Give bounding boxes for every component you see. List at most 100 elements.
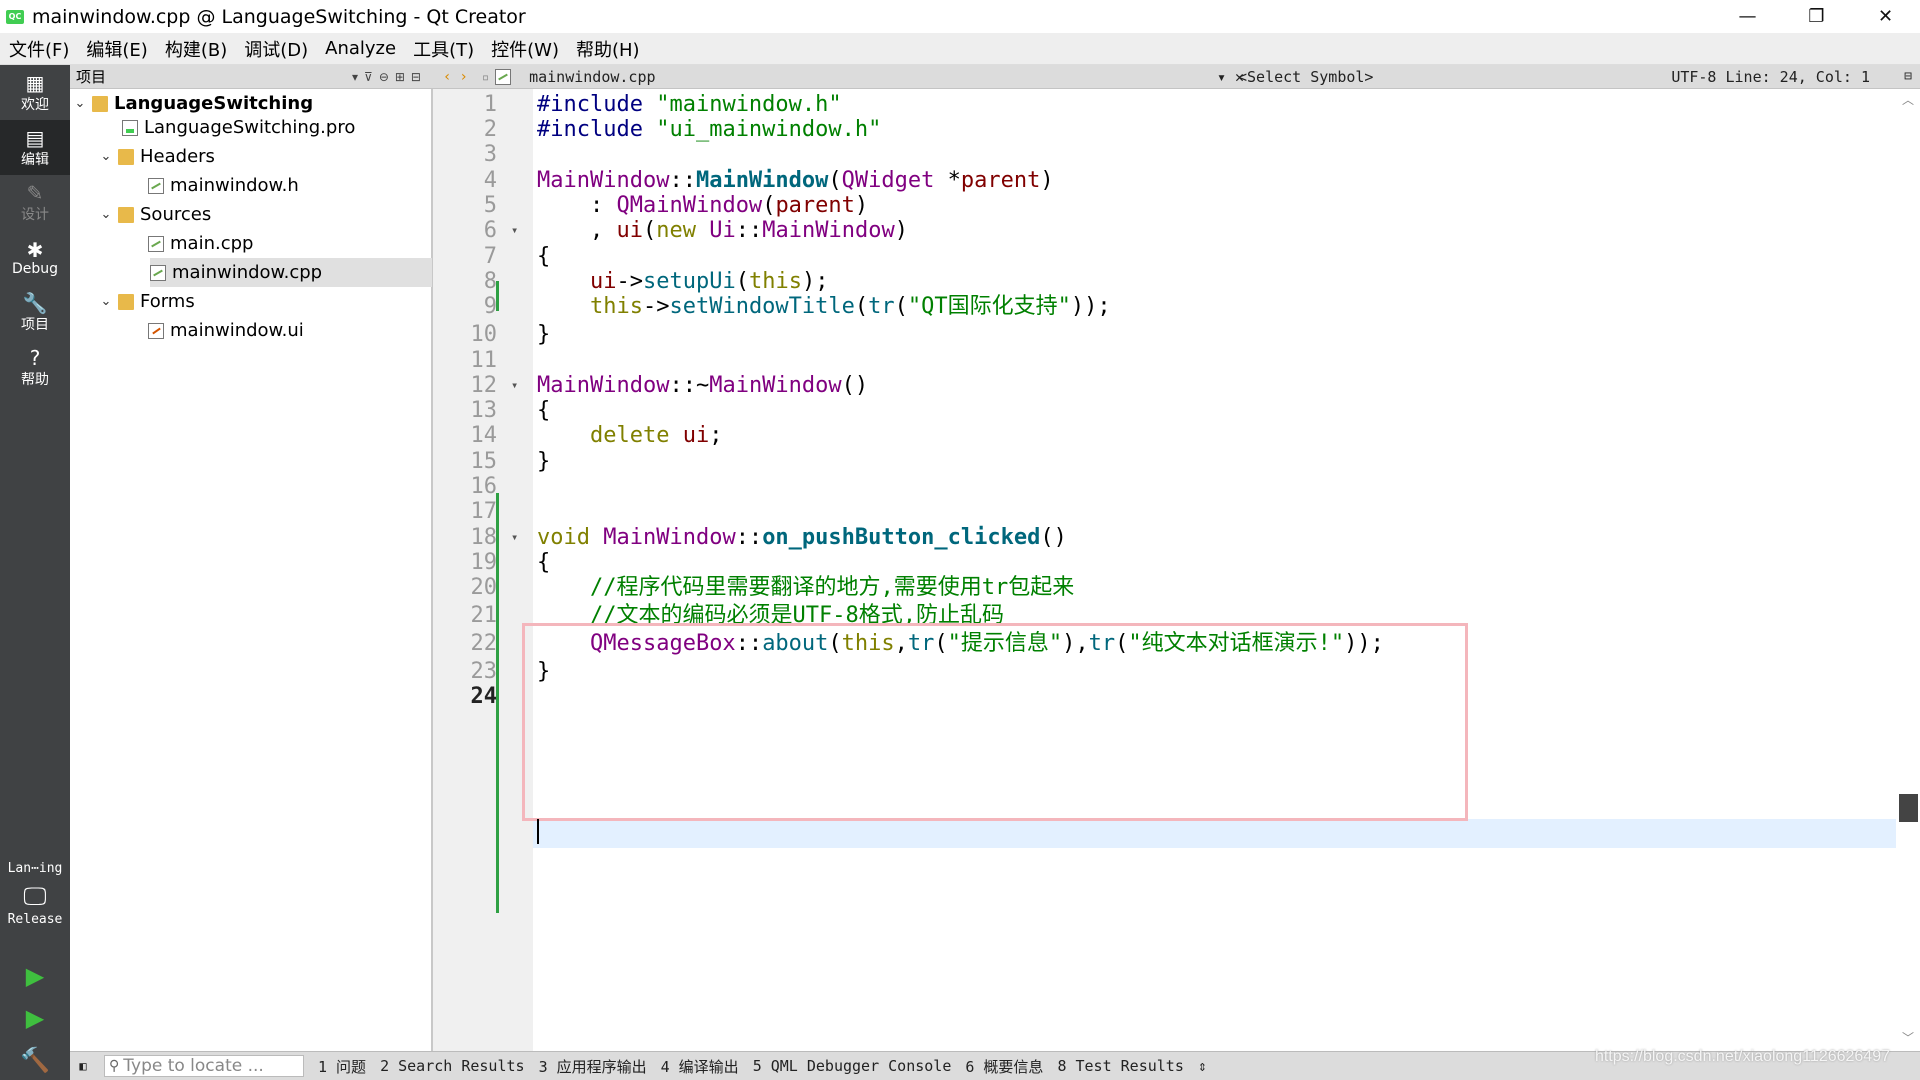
project-icon xyxy=(92,95,108,112)
chevron-down-icon[interactable]: ⌄ xyxy=(98,207,114,222)
tab-search-results[interactable]: 2 Search Results xyxy=(380,1057,525,1075)
build-button[interactable]: 🔨 xyxy=(0,1039,70,1080)
tab-general-messages[interactable]: 6 概要信息 xyxy=(965,1056,1043,1077)
tab-qml-debugger-console[interactable]: 5 QML Debugger Console xyxy=(753,1057,952,1075)
tree-item-label: LanguageSwitching xyxy=(114,93,314,114)
tab-compile-output[interactable]: 4 编译输出 xyxy=(661,1056,739,1077)
chevron-down-icon[interactable]: ⌄ xyxy=(98,294,114,309)
project-tree: ⌄ LanguageSwitching LanguageSwitching.pr… xyxy=(70,89,433,1051)
menu-tools[interactable]: 工具(T) xyxy=(404,36,482,62)
projects-pane-title: 项目 xyxy=(76,68,107,86)
tab-issues[interactable]: 1 问题 xyxy=(318,1056,366,1077)
folder-icon xyxy=(118,293,134,310)
tree-item-mainwindow-ui[interactable]: mainwindow.ui xyxy=(144,316,432,345)
symbol-selector[interactable]: <Select Symbol> xyxy=(1238,68,1373,86)
tree-item-label: LanguageSwitching.pro xyxy=(144,117,356,138)
help-icon: ? xyxy=(29,345,41,370)
pane-toolbar-icons: ▾⊽⊖⊞⊟ xyxy=(352,69,427,84)
locator-input[interactable]: ⚲ Type to locate ... xyxy=(104,1055,304,1077)
tree-item-label: mainwindow.h xyxy=(170,175,299,196)
close-button[interactable]: ✕ xyxy=(1851,0,1920,33)
mode-welcome[interactable]: ▦ 欢迎 xyxy=(0,65,70,120)
tree-item-label: main.cpp xyxy=(170,233,254,254)
run-controls: ▶ ▶ 🔨 xyxy=(0,955,70,1080)
run-button[interactable]: ▶ xyxy=(0,955,70,997)
tree-item-forms[interactable]: ⌄ Forms xyxy=(98,287,432,316)
tree-item-main-cpp[interactable]: main.cpp xyxy=(144,229,432,258)
debug-run-button[interactable]: ▶ xyxy=(0,997,70,1039)
current-line-highlight xyxy=(533,819,1896,848)
cpp-file-icon xyxy=(148,235,164,252)
annotation-highlight-box xyxy=(522,623,1468,821)
nav-back-forward-icons[interactable]: ‹› xyxy=(443,69,476,85)
folder-icon xyxy=(118,206,134,223)
qt-creator-logo-icon: QC xyxy=(6,9,24,24)
menu-analyze[interactable]: Analyze xyxy=(316,38,404,59)
pencil-icon: ✎ xyxy=(26,180,44,205)
line-number: 21 xyxy=(470,603,498,628)
menu-build[interactable]: 构建(B) xyxy=(156,36,235,62)
bug-icon: ✱ xyxy=(26,237,44,262)
document-icon: ▤ xyxy=(25,125,45,150)
cpp-file-icon xyxy=(150,264,166,281)
tree-item-sources[interactable]: ⌄ Sources xyxy=(98,200,432,229)
tree-item-label: Headers xyxy=(140,146,215,167)
editor-scrollbar[interactable]: ︿ ﹀ xyxy=(1897,89,1920,1051)
more-tabs-icon[interactable]: ⇕ xyxy=(1198,1057,1207,1075)
grid-icon: ▦ xyxy=(25,70,45,95)
mode-edit[interactable]: ▤ 编辑 xyxy=(0,120,70,175)
line-number: 9 xyxy=(483,294,497,319)
open-file-selector[interactable]: mainwindow.cpp xyxy=(529,68,655,86)
cpp-file-icon xyxy=(495,68,512,85)
mode-label: Debug xyxy=(11,260,59,277)
header-file-icon xyxy=(148,177,164,194)
tab-test-results[interactable]: 8 Test Results xyxy=(1057,1057,1183,1075)
scroll-up-icon[interactable]: ︿ xyxy=(1902,91,1914,108)
menu-debug[interactable]: 调试(D) xyxy=(235,36,316,62)
search-icon: ⚲ xyxy=(109,1058,120,1074)
editor-status[interactable]: UTF-8 Line: 24, Col: 1 xyxy=(1671,68,1870,86)
code-line[interactable]: 9 this->setWindowTitle(tr("QT国际化支持")); xyxy=(433,291,1896,322)
text-cursor xyxy=(537,819,539,844)
menu-widgets[interactable]: 控件(W) xyxy=(482,36,567,62)
scroll-down-icon[interactable]: ﹀ xyxy=(1902,1029,1914,1046)
tree-item-label: mainwindow.cpp xyxy=(172,262,323,283)
kit-selector[interactable]: Lan⋯ing 🖵 Release xyxy=(0,855,70,965)
mode-label: 编辑 xyxy=(21,151,49,168)
play-icon: ▶ xyxy=(25,962,45,990)
tree-item-mainwindow-h[interactable]: mainwindow.h xyxy=(144,171,432,200)
kit-name: Lan⋯ing xyxy=(7,861,63,876)
watermark: https://blog.csdn.net/xiaolong1126626497 xyxy=(1594,1048,1890,1065)
chevron-down-icon[interactable]: ⌄ xyxy=(72,96,88,111)
code-line[interactable]: 20 //程序代码里需要翻译的地方,需要使用tr包起来 xyxy=(433,572,1896,603)
mode-label: 项目 xyxy=(21,316,49,333)
menu-edit[interactable]: 编辑(E) xyxy=(77,36,155,62)
tab-application-output[interactable]: 3 应用程序输出 xyxy=(539,1056,647,1077)
mode-debug[interactable]: ✱ Debug xyxy=(0,230,70,285)
code-editor[interactable]: 1 #include "mainwindow.h" 2 #include "ui_ma… xyxy=(433,89,1896,1051)
tree-item-pro[interactable]: LanguageSwitching.pro xyxy=(118,113,432,142)
wrench-icon: 🔧 xyxy=(22,290,48,315)
tree-item-mainwindow-cpp[interactable]: mainwindow.cpp xyxy=(150,258,432,287)
locator-placeholder: Type to locate ... xyxy=(123,1056,264,1076)
mode-label: 欢迎 xyxy=(21,96,49,113)
line-number: 22 xyxy=(470,631,498,656)
lock-icon: ▫ xyxy=(481,69,490,84)
mode-projects[interactable]: 🔧 项目 xyxy=(0,285,70,340)
kit-config: Release xyxy=(7,912,63,927)
menu-help[interactable]: 帮助(H) xyxy=(567,36,648,62)
chevron-down-icon[interactable]: ⌄ xyxy=(98,149,114,164)
minimize-button[interactable]: — xyxy=(1713,0,1782,33)
scrollbar-thumb[interactable] xyxy=(1899,794,1918,822)
sidebar-toggle-icon[interactable]: ◧ xyxy=(70,1059,96,1073)
tree-item-headers[interactable]: ⌄ Headers xyxy=(98,142,432,171)
menu-file[interactable]: 文件(F) xyxy=(0,36,77,62)
restore-button[interactable]: ❐ xyxy=(1782,0,1851,33)
code-text: //程序代码里需要翻译的地方,需要使用tr包起来 xyxy=(537,575,1075,600)
title-bar: QC mainwindow.cpp @ LanguageSwitching - … xyxy=(0,0,1920,33)
mode-design[interactable]: ✎ 设计 xyxy=(0,175,70,230)
mode-help[interactable]: ? 帮助 xyxy=(0,340,70,395)
window-title: mainwindow.cpp @ LanguageSwitching - Qt … xyxy=(32,5,526,28)
code-text: this->setWindowTitle(tr("QT国际化支持")); xyxy=(589,294,1111,319)
split-icon[interactable]: ⊟ xyxy=(1904,69,1912,84)
